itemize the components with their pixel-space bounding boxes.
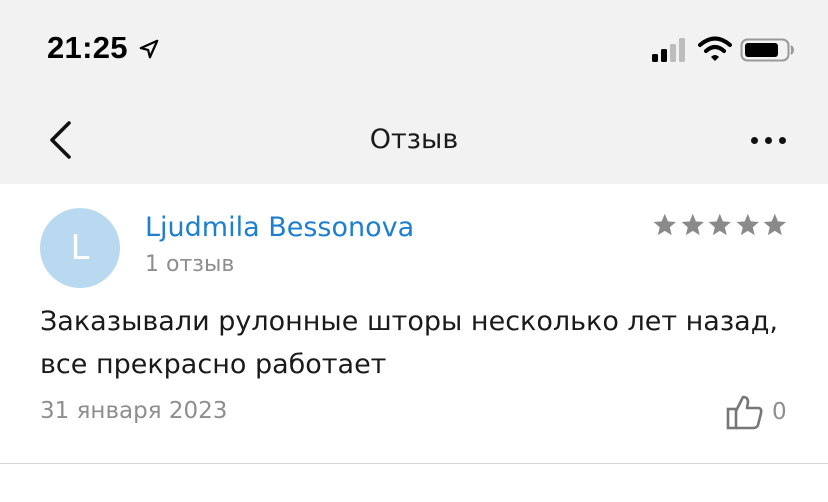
divider — [0, 463, 828, 464]
navigation-bar: Отзыв — [0, 96, 828, 184]
avatar[interactable]: L — [40, 208, 120, 288]
like-button[interactable]: 0 — [726, 392, 787, 432]
author-name-link[interactable]: Ljudmila Bessonova — [145, 212, 414, 243]
star-icon — [681, 213, 704, 236]
more-dots-icon — [750, 136, 758, 144]
location-arrow-icon — [139, 39, 159, 59]
review-date: 31 января 2023 — [40, 398, 228, 424]
page-title: Отзыв — [369, 124, 459, 155]
battery-icon — [740, 38, 794, 62]
cellular-signal-icon — [652, 38, 685, 62]
status-time: 21:25 — [47, 30, 128, 65]
star-icon — [708, 213, 732, 236]
star-icon — [763, 213, 787, 236]
star-rating — [652, 212, 788, 242]
star-icon — [653, 213, 676, 236]
more-dot — [778, 136, 786, 144]
like-count: 0 — [772, 399, 787, 425]
wifi-icon — [698, 36, 732, 61]
more-options-button[interactable] — [740, 120, 796, 160]
thumbs-up-icon — [726, 395, 763, 430]
star-icon — [736, 213, 759, 236]
author-review-count: 1 отзыв — [145, 252, 235, 277]
more-dot — [764, 136, 772, 144]
status-bar: 21:25 — [0, 0, 828, 96]
review-text: Заказывали рулонные шторы несколько лет … — [40, 306, 778, 380]
